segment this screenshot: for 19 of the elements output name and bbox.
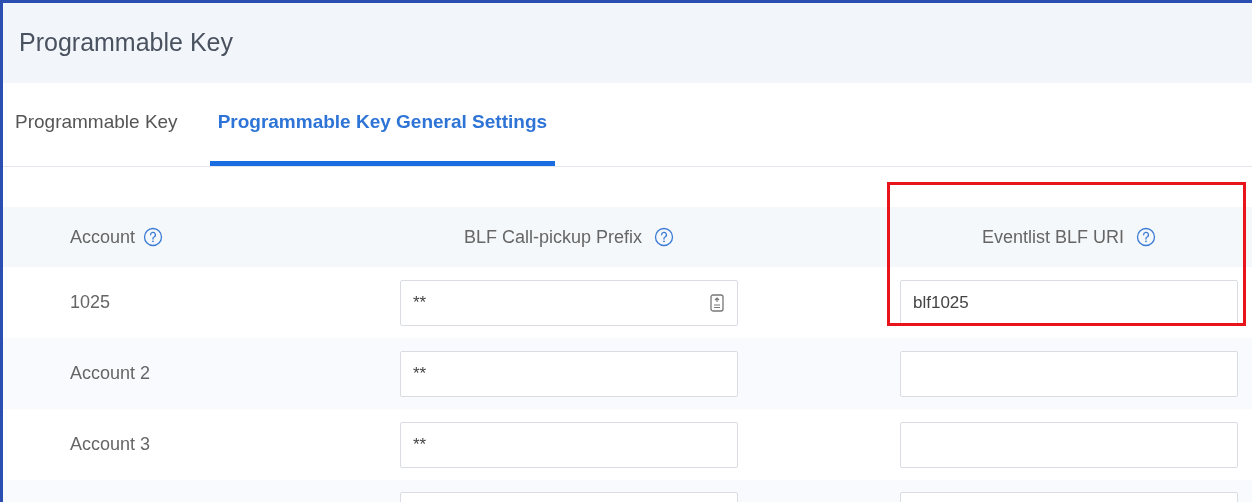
input-field[interactable]: ** (400, 279, 738, 326)
account-label: 1025 (70, 292, 111, 312)
help-icon[interactable] (1136, 227, 1156, 247)
input-field[interactable]: ** (400, 421, 738, 468)
input-field[interactable]: blf1025 (900, 279, 1238, 326)
tab[interactable]: Programmable Key General Settings (209, 83, 556, 166)
column-header: BLF Call-pickup Prefix (463, 225, 643, 249)
input-field[interactable] (900, 421, 1238, 468)
column-header: Account (70, 225, 136, 249)
account-label: Account 3 (70, 434, 151, 454)
help-icon[interactable] (654, 227, 675, 247)
input-field[interactable] (900, 350, 1238, 397)
account-label: Account 2 (70, 363, 151, 383)
column-header: Eventlist BLF URI (981, 225, 1124, 249)
input-field[interactable]: ** (400, 350, 738, 397)
help-icon[interactable] (143, 227, 164, 247)
autofill-icon[interactable] (710, 293, 724, 312)
tab[interactable]: Programmable Key (3, 83, 190, 166)
page-title: Programmable Key (19, 27, 233, 59)
